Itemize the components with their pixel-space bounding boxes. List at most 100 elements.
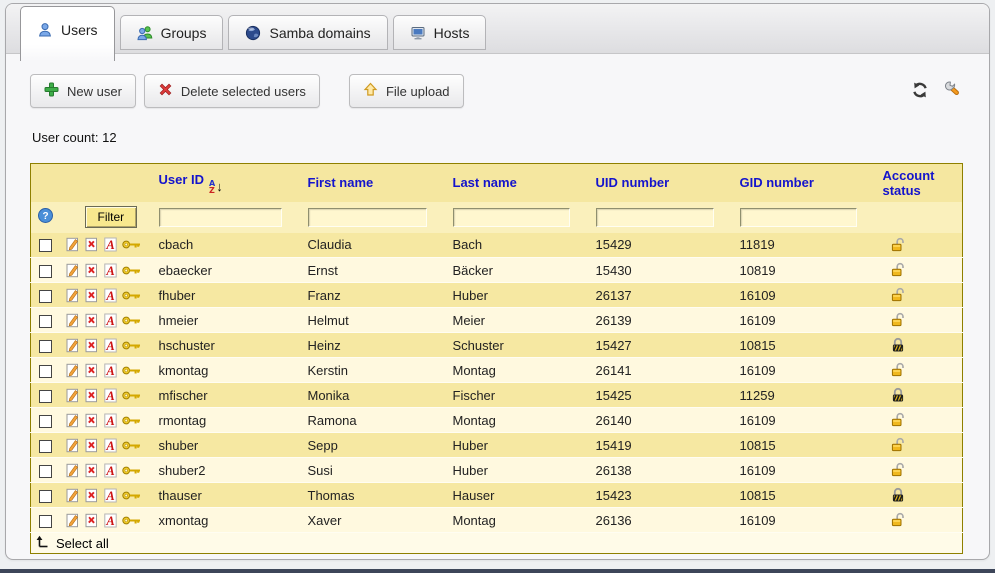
unlock-icon[interactable] [890,287,906,303]
edit-icon[interactable] [65,488,80,503]
svg-text:?: ? [43,211,49,222]
user-row: AthauserThomasHauser1542310815 [31,483,963,508]
delete-icon[interactable] [84,288,99,303]
delete-icon[interactable] [84,463,99,478]
lock-icon[interactable] [890,487,906,503]
pdf-icon[interactable]: A [103,488,118,503]
delete-icon[interactable] [84,237,99,252]
key-icon[interactable] [122,440,141,451]
lock-icon[interactable] [890,387,906,403]
row-checkbox[interactable] [39,290,52,303]
tab-hosts[interactable]: Hosts [393,15,487,50]
delete-selected-users-button[interactable]: Delete selected users [144,74,320,108]
pdf-icon[interactable]: A [103,363,118,378]
filter-input-gid-number[interactable] [740,208,857,227]
key-icon[interactable] [122,265,141,276]
unlock-icon[interactable] [890,512,906,528]
edit-icon[interactable] [65,438,80,453]
key-icon[interactable] [122,315,141,326]
pdf-icon[interactable]: A [103,288,118,303]
tab-users[interactable]: Users [20,6,115,61]
pdf-icon[interactable]: A [103,338,118,353]
row-checkbox[interactable] [39,315,52,328]
pdf-icon[interactable]: A [103,263,118,278]
column-header-user-id[interactable]: User IDAZ↓ [153,164,302,202]
column-header-gid-number[interactable]: GID number [734,164,877,202]
key-icon[interactable] [122,340,141,351]
select-all-link[interactable]: Select all [31,535,109,552]
row-checkbox[interactable] [39,465,52,478]
unlock-icon[interactable] [890,262,906,278]
cell-user-id: cbach [153,233,302,258]
unlock-icon[interactable] [890,312,906,328]
filter-input-uid-number[interactable] [596,208,714,227]
unlock-icon[interactable] [890,462,906,478]
row-checkbox[interactable] [39,515,52,528]
delete-icon[interactable] [84,413,99,428]
delete-icon[interactable] [84,438,99,453]
unlock-icon[interactable] [890,437,906,453]
filter-button[interactable]: Filter [85,206,138,228]
unlock-icon[interactable] [890,237,906,253]
unlock-icon[interactable] [890,412,906,428]
unlock-icon[interactable] [890,362,906,378]
key-icon[interactable] [122,239,141,250]
tab-samba-domains[interactable]: Samba domains [228,15,387,50]
pdf-icon[interactable]: A [103,463,118,478]
delete-icon[interactable] [84,313,99,328]
pdf-icon[interactable]: A [103,513,118,528]
column-header-first-name[interactable]: First name [302,164,447,202]
column-header-account-status[interactable]: Account status [877,164,963,202]
delete-icon[interactable] [84,388,99,403]
new-user-button[interactable]: New user [30,74,136,108]
filter-input-last-name[interactable] [453,208,570,227]
row-checkbox[interactable] [39,390,52,403]
row-checkbox[interactable] [39,490,52,503]
row-checkbox[interactable] [39,265,52,278]
delete-icon[interactable] [84,488,99,503]
key-icon[interactable] [122,365,141,376]
delete-icon[interactable] [84,363,99,378]
pdf-icon[interactable]: A [103,237,118,252]
pdf-icon[interactable]: A [103,438,118,453]
edit-icon[interactable] [65,263,80,278]
delete-icon[interactable] [84,338,99,353]
key-icon[interactable] [122,490,141,501]
edit-icon[interactable] [65,237,80,252]
edit-icon[interactable] [65,313,80,328]
pdf-icon[interactable]: A [103,388,118,403]
filter-input-user-id[interactable] [159,208,282,227]
delete-icon[interactable] [84,513,99,528]
file-upload-button[interactable]: File upload [349,74,464,108]
edit-icon[interactable] [65,513,80,528]
edit-icon[interactable] [65,413,80,428]
sort-ascending-icon[interactable]: AZ↓ [209,179,223,194]
edit-icon[interactable] [65,363,80,378]
key-icon[interactable] [122,515,141,526]
filter-input-first-name[interactable] [308,208,427,227]
column-header-uid-number[interactable]: UID number [590,164,734,202]
lock-icon[interactable] [890,337,906,353]
row-checkbox[interactable] [39,239,52,252]
pdf-icon[interactable]: A [103,413,118,428]
key-icon[interactable] [122,415,141,426]
cell-first-name: Thomas [302,483,447,508]
pdf-icon[interactable]: A [103,313,118,328]
key-icon[interactable] [122,390,141,401]
key-icon[interactable] [122,465,141,476]
help-icon[interactable]: ? [38,208,53,226]
wrench-icon[interactable] [943,81,961,102]
column-header-last-name[interactable]: Last name [447,164,590,202]
row-checkbox[interactable] [39,440,52,453]
key-icon[interactable] [122,290,141,301]
row-checkbox[interactable] [39,365,52,378]
edit-icon[interactable] [65,288,80,303]
tab-groups[interactable]: Groups [120,15,224,50]
row-checkbox[interactable] [39,340,52,353]
delete-icon[interactable] [84,263,99,278]
edit-icon[interactable] [65,463,80,478]
refresh-icon[interactable] [911,81,929,102]
row-checkbox[interactable] [39,415,52,428]
edit-icon[interactable] [65,338,80,353]
edit-icon[interactable] [65,388,80,403]
